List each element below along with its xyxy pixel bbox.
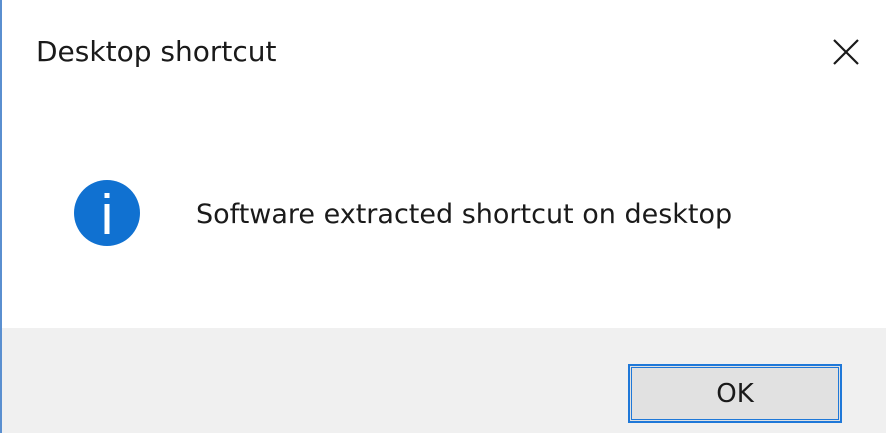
- close-button[interactable]: [826, 32, 866, 72]
- dialog-title: Desktop shortcut: [36, 35, 277, 68]
- title-bar: Desktop shortcut: [2, 0, 886, 100]
- info-icon: [74, 180, 140, 246]
- close-icon: [833, 39, 859, 65]
- message-dialog: Desktop shortcut Software extracted shor…: [0, 0, 886, 433]
- dialog-message: Software extracted shortcut on desktop: [196, 199, 733, 230]
- dialog-content: Software extracted shortcut on desktop: [2, 100, 886, 328]
- dialog-footer: OK: [2, 328, 886, 433]
- ok-button[interactable]: OK: [628, 364, 842, 423]
